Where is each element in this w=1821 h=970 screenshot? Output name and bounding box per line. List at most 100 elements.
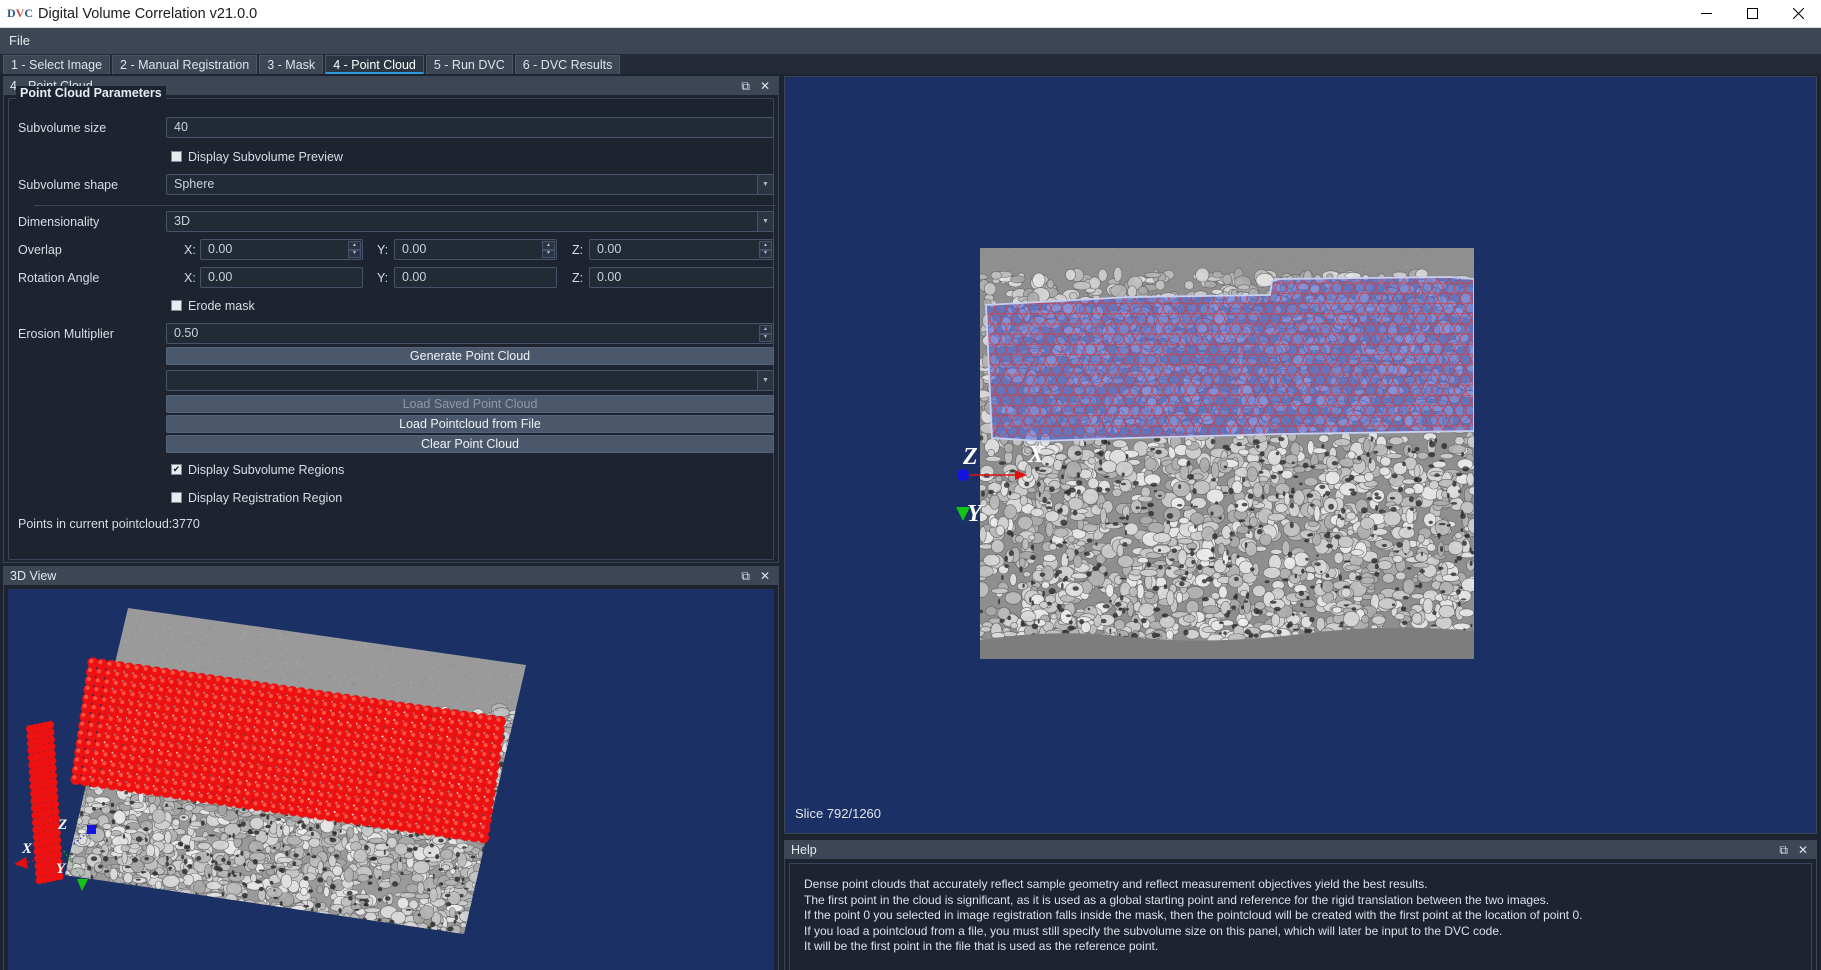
display-subvolume-regions-label: Display Subvolume Regions	[188, 462, 345, 477]
point-cloud-panel-body: Point Cloud Parameters Subvolume size 40…	[4, 86, 778, 563]
load-pointcloud-from-file-button[interactable]: Load Pointcloud from File	[166, 415, 774, 433]
view-2d-panel[interactable]: Z X Y Slice 792/1260	[784, 76, 1817, 834]
overlap-x-input[interactable]: 0.00 ▲ ▼	[200, 239, 363, 260]
dimensionality-value: 3D	[174, 214, 190, 228]
dimensionality-label: Dimensionality	[18, 214, 100, 229]
view-3d-canvas[interactable]: X Z Y	[8, 589, 774, 970]
overlap-z-stepper[interactable]: ▲ ▼	[759, 241, 772, 258]
help-line: If the point 0 you selected in image reg…	[804, 908, 1583, 922]
overlap-y-label: Y:	[377, 242, 389, 257]
close-icon[interactable]: ✕	[1798, 844, 1808, 856]
point-cloud-panel: 4 - Point Cloud ⧉ ✕ Point Cloud Paramete…	[3, 76, 779, 563]
display-subvolume-preview-checkbox[interactable]: Display Subvolume Preview	[171, 146, 343, 167]
erode-mask-checkbox[interactable]: Erode mask	[171, 295, 255, 316]
overlap-z-label: Z:	[572, 242, 584, 257]
erosion-multiplier-input[interactable]: 0.50 ▲ ▼	[166, 323, 774, 344]
axis-label-y-3d: Y	[56, 861, 66, 877]
load-saved-point-cloud-button[interactable]: Load Saved Point Cloud	[166, 395, 774, 413]
close-icon[interactable]: ✕	[760, 570, 770, 582]
overlap-y-stepper[interactable]: ▲ ▼	[542, 241, 555, 258]
menu-bar: File	[0, 28, 1821, 54]
mask-overlay	[985, 276, 1474, 442]
overlap-label: Overlap	[18, 242, 62, 257]
tab-run-dvc[interactable]: 5 - Run DVC	[425, 55, 513, 74]
rotation-angle-z-label: Z:	[572, 270, 584, 285]
help-line: It will be the first point in the file t…	[804, 939, 1159, 953]
right-column: Z X Y Slice 792/1260 Help ⧉ ✕ Dense poin…	[784, 74, 1821, 970]
erosion-multiplier-value: 0.50	[174, 326, 199, 340]
overlap-z-value: 0.00	[597, 242, 622, 256]
subvolume-size-label: Subvolume size	[18, 120, 107, 135]
left-column: 4 - Point Cloud ⧉ ✕ Point Cloud Paramete…	[0, 74, 782, 970]
subvolume-shape-label: Subvolume shape	[18, 177, 119, 192]
float-icon[interactable]: ⧉	[741, 80, 750, 92]
axis-label-z-3d: Z	[58, 817, 68, 833]
ct-slice-image	[980, 248, 1474, 659]
tab-point-cloud[interactable]: 4 - Point Cloud	[325, 55, 424, 74]
view-3d-panel: 3D View ⧉ ✕ X Z Y	[3, 566, 779, 970]
chevron-down-icon: ▼	[757, 175, 773, 194]
subvolume-size-input[interactable]: 40	[166, 117, 774, 138]
app-icon: DVC	[6, 6, 33, 20]
checkbox-box: ✔	[171, 464, 182, 475]
view-3d-render	[8, 589, 774, 970]
overlap-y-value: 0.00	[402, 242, 427, 256]
display-subvolume-regions-checkbox[interactable]: ✔ Display Subvolume Regions	[171, 459, 344, 480]
overlap-x-value: 0.00	[208, 242, 233, 256]
title-bar: DVC Digital Volume Correlation v21.0.0	[0, 0, 1821, 28]
dimensionality-select[interactable]: 3D ▼	[166, 211, 774, 232]
erosion-multiplier-stepper[interactable]: ▲ ▼	[759, 325, 772, 342]
close-icon[interactable]: ✕	[760, 80, 770, 92]
app-title: Digital Volume Correlation v21.0.0	[38, 5, 258, 22]
overlap-x-stepper[interactable]: ▲ ▼	[348, 241, 361, 258]
minimize-button[interactable]	[1683, 0, 1729, 28]
view-3d-panel-title-bar: 3D View ⧉ ✕	[4, 567, 778, 585]
subvolume-shape-select[interactable]: Sphere ▼	[166, 174, 774, 195]
display-registration-region-label: Display Registration Region	[188, 490, 343, 505]
erode-mask-label: Erode mask	[188, 298, 255, 313]
help-panel: Help ⧉ ✕ Dense point clouds that accurat…	[784, 840, 1817, 970]
float-icon[interactable]: ⧉	[1779, 844, 1788, 856]
rotation-angle-y-input[interactable]: 0.00	[394, 267, 557, 288]
help-line: The first point in the cloud is signific…	[804, 892, 1550, 907]
overlap-x-label: X:	[184, 242, 196, 257]
help-panel-body: Dense point clouds that accurately refle…	[789, 863, 1812, 970]
subvolume-shape-value: Sphere	[174, 177, 215, 191]
float-icon[interactable]: ⧉	[741, 570, 750, 582]
checkbox-box	[171, 492, 182, 503]
rotation-angle-x-label: X:	[184, 270, 196, 285]
tab-mask[interactable]: 3 - Mask	[259, 55, 324, 74]
overlap-z-input[interactable]: 0.00 ▲ ▼	[589, 239, 774, 260]
view-3d-panel-title: 3D View	[10, 569, 57, 583]
window-controls	[1683, 0, 1821, 28]
rotation-angle-label: Rotation Angle	[18, 270, 100, 285]
points-count-value: 3770	[172, 516, 200, 531]
rotation-angle-z-input[interactable]: 0.00	[589, 267, 774, 288]
point-cloud-parameters-legend: Point Cloud Parameters	[16, 86, 166, 100]
help-panel-title-bar: Help ⧉ ✕	[785, 841, 1816, 859]
help-panel-title: Help	[791, 843, 817, 857]
rotation-angle-x-input[interactable]: 0.00	[200, 267, 363, 288]
menu-item-file[interactable]: File	[0, 28, 39, 54]
slice-label: Slice 792/1260	[795, 806, 882, 821]
divider	[34, 205, 776, 206]
points-count-label: Points in current pointcloud:	[18, 516, 173, 531]
display-registration-region-checkbox[interactable]: Display Registration Region	[171, 487, 342, 508]
tab-select-image[interactable]: 1 - Select Image	[3, 55, 111, 74]
checkbox-box	[171, 151, 182, 162]
help-line: If you load a pointcloud from a file, yo…	[804, 923, 1503, 938]
tab-manual-registration[interactable]: 2 - Manual Registration	[112, 55, 258, 74]
chevron-down-icon: ▼	[757, 212, 773, 231]
rotation-angle-y-label: Y:	[377, 270, 389, 285]
axis-label-x-2d: X	[1028, 442, 1045, 468]
chevron-down-icon: ▼	[757, 371, 773, 390]
maximize-button[interactable]	[1729, 0, 1775, 28]
tab-dvc-results[interactable]: 6 - DVC Results	[514, 55, 621, 74]
generate-point-cloud-button[interactable]: Generate Point Cloud	[166, 347, 774, 365]
close-button[interactable]	[1775, 0, 1821, 28]
display-subvolume-preview-label: Display Subvolume Preview	[188, 149, 343, 164]
saved-pointcloud-select[interactable]: ▼	[166, 370, 774, 391]
overlap-y-input[interactable]: 0.00 ▲ ▼	[394, 239, 557, 260]
clear-point-cloud-button[interactable]: Clear Point Cloud	[166, 435, 774, 453]
erosion-multiplier-label: Erosion Multiplier	[18, 326, 114, 341]
